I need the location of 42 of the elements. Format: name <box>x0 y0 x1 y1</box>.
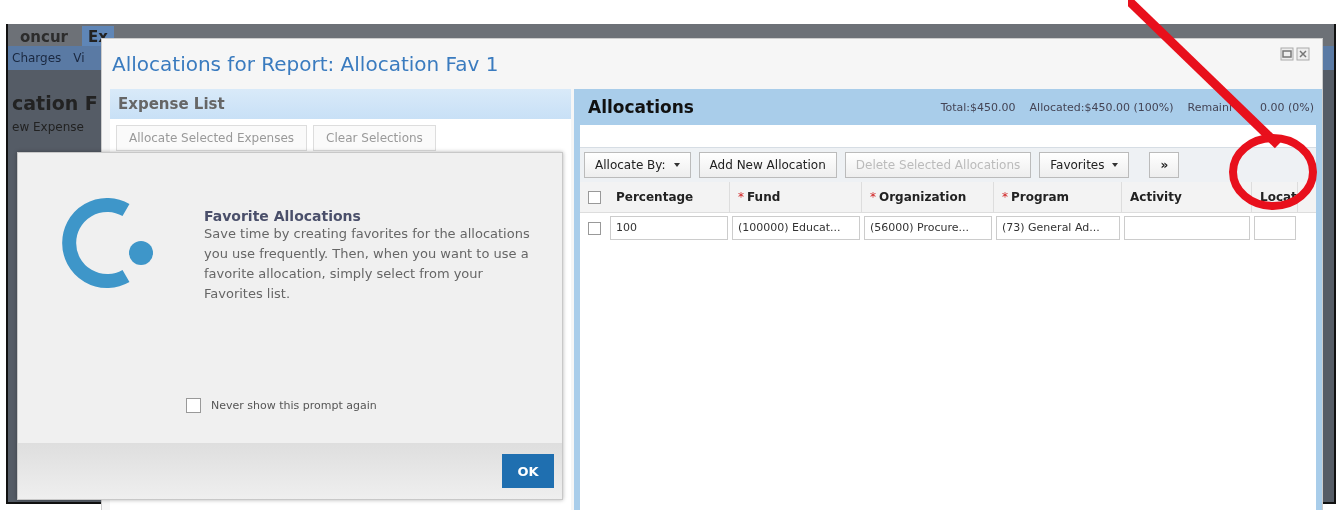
column-header[interactable]: * Fund <box>730 182 862 212</box>
toolbar-button[interactable]: » <box>1149 152 1180 178</box>
total-text: Allocated:$450.00 (100%) <box>1029 100 1174 114</box>
dropdown-button[interactable]: Allocate By: <box>584 152 691 178</box>
total-text: Total:$450.00 <box>940 100 1016 114</box>
column-label: Activity <box>1130 190 1182 204</box>
column-header[interactable]: * Organization <box>862 182 994 212</box>
select-all-checkbox[interactable] <box>587 190 601 204</box>
dropdown-button[interactable]: Favorites <box>1039 152 1130 178</box>
table-input[interactable]: (100000) Educat... <box>732 216 860 240</box>
checkbox-label: Never show this prompt again <box>211 399 377 412</box>
row-checkbox[interactable] <box>587 221 601 235</box>
total-text: 0.00 (0%) <box>1259 100 1314 114</box>
maximize-icon[interactable] <box>1280 47 1294 61</box>
prompt-text: Save time by creating favorites for the allocations you use frequently. Then, when you want to use a favorite allocation, simply select from your Favorites list. <box>204 225 531 303</box>
column-label: Fund <box>747 190 781 204</box>
column-label: Percentage <box>616 190 694 204</box>
column-header[interactable]: Activity <box>1122 182 1252 212</box>
total-text: Remaini <box>1187 100 1232 114</box>
column-label: Organization <box>879 190 967 204</box>
column-header[interactable]: * Program <box>994 182 1122 212</box>
checkbox[interactable] <box>186 398 201 413</box>
required-mark: * <box>738 190 744 204</box>
close-icon[interactable] <box>1296 47 1310 61</box>
window-title: Allocations for Report: Allocation Fav 1 <box>112 52 499 76</box>
page-title: cation F <box>11 92 98 114</box>
column-label: Program <box>1011 190 1070 204</box>
column-header[interactable]: Percentage <box>608 182 730 212</box>
caret-icon <box>673 163 680 167</box>
panel-title: Expense List <box>118 95 225 113</box>
required-mark: * <box>1002 190 1008 204</box>
required-mark: * <box>870 190 876 204</box>
caret-icon <box>1112 163 1119 167</box>
table-input[interactable]: (56000) Procure... <box>864 216 992 240</box>
table-input[interactable]: 100 <box>610 216 728 240</box>
table-input[interactable]: (73) General Ad... <box>996 216 1120 240</box>
toolbar-button[interactable]: Add New Allocation <box>698 152 837 178</box>
panel-title: Allocations <box>588 97 694 117</box>
table-input[interactable] <box>1124 216 1250 240</box>
prompt-title: Favorite Allocations <box>204 208 362 224</box>
table-input[interactable] <box>1254 216 1296 240</box>
ok-button[interactable]: OK <box>502 454 554 488</box>
